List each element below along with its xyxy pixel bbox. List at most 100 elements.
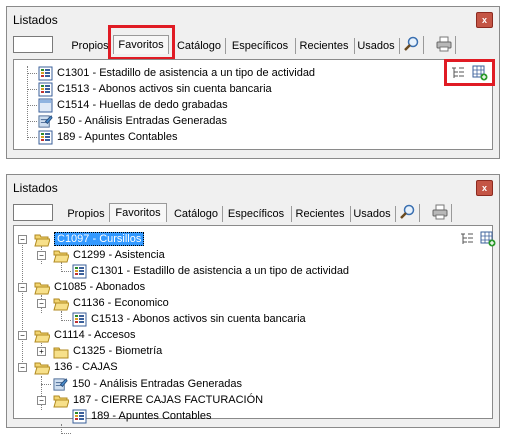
- tab-bar: Propios Favoritos Catálogo Específicos R…: [13, 201, 493, 225]
- list-item-label: C1514 - Huellas de dedo grabadas: [57, 99, 228, 112]
- search-icon[interactable]: [397, 204, 420, 222]
- listados-window-favorites-list: Listados x Propios Favoritos Catálogo Es…: [6, 6, 500, 159]
- tree-item-label: C1299 - Asistencia: [73, 249, 165, 262]
- tree-item-report[interactable]: C1513 - Abonos activos sin cuenta bancar…: [72, 311, 306, 327]
- tree-item-report[interactable]: C1301 - Estadillo de asistencia a un tip…: [72, 263, 349, 279]
- tree-item-label: 189 - Apuntes Contables: [91, 410, 212, 423]
- tree-item-folder[interactable]: C1136 - Economico: [53, 295, 169, 311]
- tree-item-folder[interactable]: C1299 - Asistencia: [53, 247, 165, 263]
- tab-especificos[interactable]: Específicos: [221, 206, 292, 222]
- tree-branch: [27, 73, 37, 74]
- collapse-toggle[interactable]: −: [37, 396, 46, 405]
- report-icon: [72, 264, 87, 279]
- tree-item-report[interactable]: 189 - Apuntes Contables: [72, 408, 211, 424]
- tree-branch: [41, 384, 51, 385]
- tree-item-label: 150 - Análisis Entradas Generadas: [72, 378, 242, 391]
- tab-catalogo[interactable]: Catálogo: [173, 38, 226, 54]
- open-folder-icon: [53, 395, 69, 408]
- tree-branch: [61, 320, 71, 321]
- collapse-toggle[interactable]: −: [18, 363, 27, 372]
- tree-item-label: 136 - CAJAS: [54, 361, 118, 374]
- collapse-toggle[interactable]: −: [37, 299, 46, 308]
- open-folder-icon: [53, 298, 69, 311]
- collapse-toggle[interactable]: −: [18, 283, 27, 292]
- tab-propios[interactable]: Propios: [63, 206, 110, 222]
- list-item[interactable]: C1301 - Estadillo de asistencia a un tip…: [38, 65, 315, 81]
- list-item-label: 189 - Apuntes Contables: [57, 131, 178, 144]
- window-title: Listados: [13, 13, 58, 27]
- favoritos-highlight-box: [108, 25, 175, 60]
- tree-item-label: 187 - CIERRE CAJAS FACTURACIÓN: [73, 394, 264, 407]
- close-icon: x: [481, 15, 487, 25]
- tree-item-label: C1325 - Biometría: [73, 345, 163, 358]
- list-item[interactable]: C1514 - Huellas de dedo grabadas: [38, 97, 228, 113]
- collapse-toggle[interactable]: −: [18, 235, 27, 244]
- tab-recientes[interactable]: Recientes: [290, 206, 351, 222]
- tree-item-folder[interactable]: C1085 - Abonados: [34, 279, 145, 295]
- tree-item-label: C1085 - Abonados: [54, 281, 146, 294]
- search-input[interactable]: [13, 204, 53, 221]
- report-icon: [38, 130, 53, 145]
- open-folder-icon: [34, 282, 50, 295]
- tree-item-folder[interactable]: C1097 - Cursillos: [34, 231, 145, 247]
- tree-item-label: C1301 - Estadillo de asistencia a un tip…: [91, 265, 350, 278]
- list-item-label: C1301 - Estadillo de asistencia a un tip…: [57, 67, 316, 80]
- tree-item-label: C1136 - Economico: [73, 297, 169, 310]
- tab-favoritos[interactable]: Favoritos: [109, 203, 167, 222]
- open-folder-icon: [34, 330, 50, 343]
- tree-branch: [27, 121, 37, 122]
- analysis-icon: [38, 115, 53, 128]
- tree-item-folder[interactable]: C1114 - Accesos: [34, 327, 136, 343]
- tab-propios[interactable]: Propios: [67, 38, 114, 54]
- tree-item-folder[interactable]: C1325 - Biometría: [53, 343, 162, 359]
- view-icons-highlight-box: [444, 59, 495, 86]
- tree-item-label: C1513 - Abonos activos sin cuenta bancar…: [91, 313, 306, 326]
- window-title: Listados: [13, 181, 58, 195]
- collapse-toggle[interactable]: −: [37, 251, 46, 260]
- favorites-tree-panel: − − − − − + − − C1097 - Cursillos C1299 …: [13, 225, 496, 434]
- tree-branch: [27, 137, 37, 138]
- search-icon[interactable]: [401, 36, 424, 54]
- report-icon: [72, 312, 87, 327]
- open-folder-icon: [34, 362, 50, 375]
- expand-toggle[interactable]: +: [37, 347, 46, 356]
- blank-report-icon: [38, 98, 53, 113]
- tree-branch: [61, 271, 71, 272]
- tree-item-analysis[interactable]: 150 - Análisis Entradas Generadas: [53, 376, 242, 392]
- list-item[interactable]: C1513 - Abonos activos sin cuenta bancar…: [38, 81, 272, 97]
- analysis-icon: [53, 378, 68, 391]
- search-input[interactable]: [13, 36, 53, 53]
- tree-line: [27, 66, 28, 140]
- close-button[interactable]: x: [476, 12, 493, 28]
- favorites-list-panel: C1301 - Estadillo de asistencia a un tip…: [13, 59, 493, 150]
- open-folder-icon: [34, 234, 50, 247]
- tab-bar: Propios Favoritos Catálogo Específicos R…: [13, 33, 493, 57]
- list-item[interactable]: 189 - Apuntes Contables: [38, 129, 177, 145]
- listados-window-tree-view: Listados x Propios Favoritos Catálogo Es…: [6, 174, 500, 434]
- report-icon: [38, 82, 53, 97]
- tree-item-folder[interactable]: 187 - CIERRE CAJAS FACTURACIÓN: [53, 392, 263, 408]
- tab-recientes[interactable]: Recientes: [294, 38, 355, 54]
- tab-especificos[interactable]: Específicos: [225, 38, 296, 54]
- tree-item-label: C1097 - Cursillos: [54, 232, 145, 247]
- open-folder-icon: [53, 250, 69, 263]
- close-icon: x: [481, 183, 487, 193]
- tree-item-label: C1114 - Accesos: [54, 329, 136, 342]
- list-item-label: 150 - Análisis Entradas Generadas: [57, 115, 227, 128]
- tab-catalogo[interactable]: Catálogo: [170, 206, 223, 222]
- title-bar: Listados x: [7, 7, 499, 31]
- tree-view-icon[interactable]: [459, 231, 475, 247]
- list-item[interactable]: 150 - Análisis Entradas Generadas: [38, 113, 227, 129]
- tree-item-folder[interactable]: 136 - CAJAS: [34, 359, 118, 375]
- print-icon[interactable]: [433, 36, 456, 54]
- tree-branch: [27, 105, 37, 106]
- list-item-label: C1513 - Abonos activos sin cuenta bancar…: [57, 83, 272, 96]
- add-to-favorites-icon[interactable]: [480, 231, 496, 247]
- title-bar: Listados x: [7, 175, 499, 199]
- tab-usados[interactable]: Usados: [353, 38, 400, 54]
- tab-usados[interactable]: Usados: [349, 206, 396, 222]
- collapse-toggle[interactable]: −: [18, 331, 27, 340]
- print-icon[interactable]: [429, 204, 452, 222]
- close-button[interactable]: x: [476, 180, 493, 196]
- report-icon: [72, 409, 87, 424]
